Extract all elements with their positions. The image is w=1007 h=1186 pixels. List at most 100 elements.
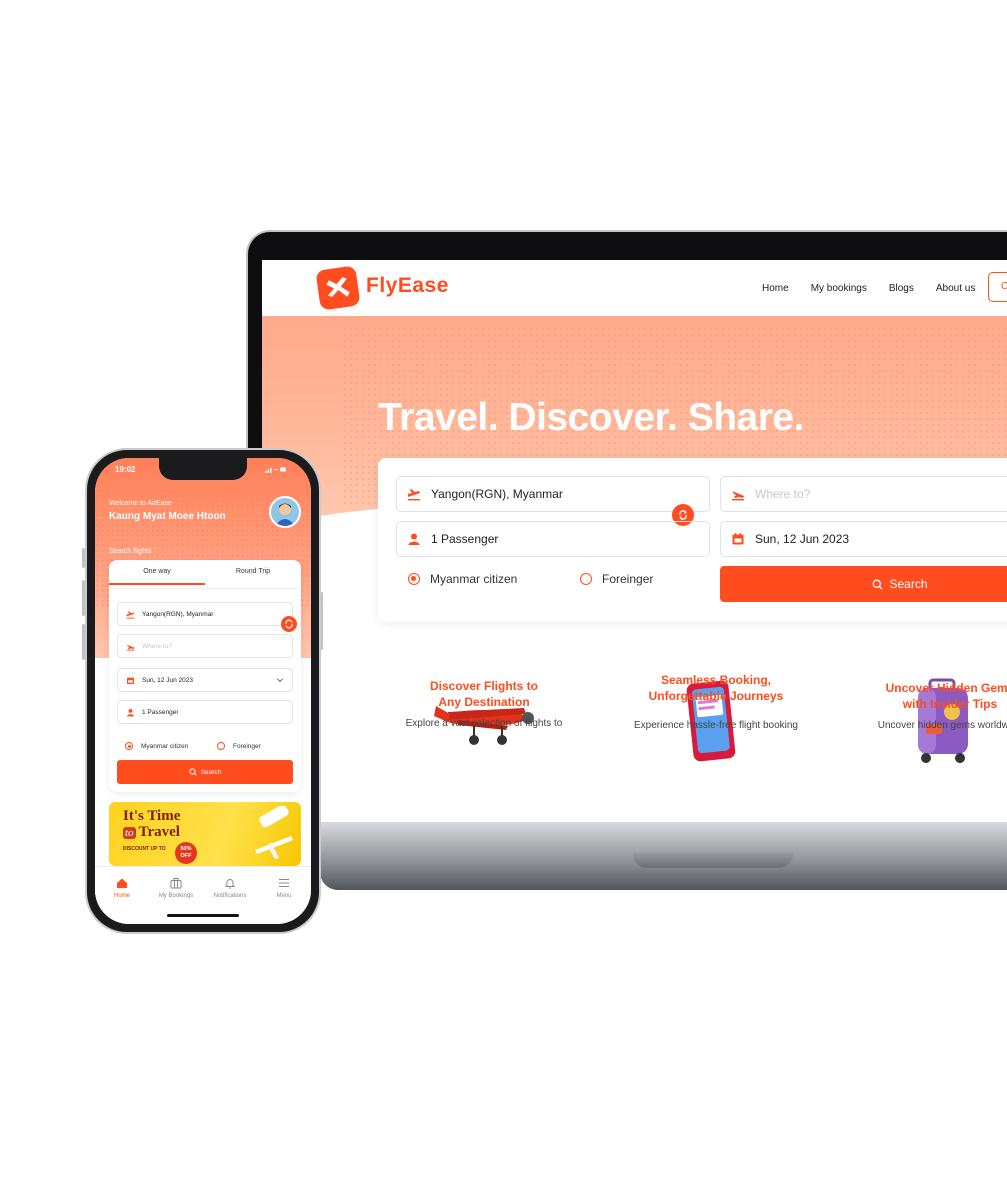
promo-banner[interactable]: It's Time to Travel DISCOUNT UP TO 50% OF…: [109, 802, 301, 866]
bottom-nav-label: Notifications: [213, 893, 247, 899]
radio-myanmar-citizen[interactable]: Myanmar citizen: [408, 572, 517, 586]
bottom-nav-menu[interactable]: Menu: [257, 877, 311, 899]
radio-unselected-icon: [217, 742, 225, 750]
from-field[interactable]: Yangon(RGN), Myanmar: [117, 602, 293, 626]
nav-my-bookings[interactable]: My bookings: [811, 283, 867, 294]
banner-to-label: to: [123, 827, 136, 839]
login-button[interactable]: C: [988, 272, 1007, 302]
date-field[interactable]: Sun, 12 Jun 2023: [720, 521, 1007, 557]
hero-title: Travel. Discover. Share.: [378, 396, 804, 439]
person-icon: [126, 708, 135, 716]
passenger-value: 1 Passenger: [431, 532, 499, 546]
radio-myanmar-citizen[interactable]: Myanmar citizen: [125, 742, 188, 750]
signal-battery-icon: [265, 467, 286, 473]
from-value: Yangon(RGN), Myanmar: [431, 487, 563, 501]
arrival-plane-icon: [126, 644, 135, 651]
tab-round-trip[interactable]: Round Trip: [205, 568, 301, 583]
status-time: 19:02: [115, 465, 136, 474]
avatar[interactable]: [269, 496, 301, 528]
date-field[interactable]: Sun, 12 Jun 2023: [117, 668, 293, 692]
calendar-icon: [126, 677, 135, 684]
bottom-nav-label: Menu: [276, 893, 292, 899]
laptop-notch: [633, 852, 793, 868]
flight-search-card: Yangon(RGN), Myanmar Where to? 1 Passeng…: [378, 458, 1007, 622]
feature-booking: Seamless Booking, Unforgettable Journeys …: [616, 672, 816, 731]
search-button-label: Search: [889, 577, 928, 591]
home-icon: [117, 878, 127, 888]
chevron-down-icon: [277, 678, 283, 683]
search-icon: [873, 579, 883, 589]
search-flights-label: Search flights: [109, 548, 152, 555]
radio-foreigner[interactable]: Foreinger: [580, 572, 653, 586]
search-icon: [189, 768, 197, 776]
briefcase-icon: [170, 878, 182, 889]
departure-plane-icon: [408, 489, 420, 501]
from-field[interactable]: Yangon(RGN), Myanmar: [396, 476, 710, 512]
bottom-nav-label: Home: [113, 893, 130, 899]
arrival-plane-icon: [732, 491, 744, 501]
tab-divider: [109, 588, 301, 589]
radio-unselected-icon: [580, 573, 592, 585]
bottom-nav-notifications[interactable]: Notifications: [203, 877, 257, 899]
feature-title: Uncover Hidden Gems with Insider Tips: [885, 681, 1007, 711]
brand-name[interactable]: FlyEase: [366, 274, 449, 298]
phone-notch: [159, 458, 247, 480]
avatar-person-icon: [275, 503, 295, 526]
person-icon: [408, 533, 420, 545]
search-button[interactable]: Search: [720, 566, 1007, 602]
nav-blogs[interactable]: Blogs: [889, 283, 914, 294]
plane-bus-illustration-icon: [255, 806, 293, 859]
departure-plane-icon: [126, 610, 135, 619]
feature-insider-tips: Uncover Hidden Gems with Insider Tips Unc…: [850, 680, 1007, 731]
mobile-app-screen: 19:02 Welcome to AirEase Kaung Myat Moee…: [95, 458, 311, 924]
flyease-logo-icon[interactable]: [315, 265, 361, 311]
banner-line2: to Travel: [123, 824, 180, 840]
radio-label-foreigner: Foreinger: [602, 572, 654, 586]
site-header: FlyEase Home My bookings Blogs About us …: [262, 260, 1007, 316]
banner-line1: It's Time: [123, 808, 181, 824]
passenger-field[interactable]: 1 Passenger: [396, 521, 710, 557]
radio-selected-icon: [125, 742, 133, 750]
laptop-frame: FlyEase Home My bookings Blogs About us …: [246, 230, 1007, 840]
banner-discount: DISCOUNT UP TO: [123, 846, 166, 852]
phone-frame: 19:02 Welcome to AirEase Kaung Myat Moee…: [85, 448, 321, 934]
date-value: Sun, 12 Jun 2023: [142, 676, 193, 684]
calendar-icon: [732, 533, 744, 545]
swap-button[interactable]: [281, 616, 297, 632]
bottom-nav-home[interactable]: Home: [95, 877, 149, 899]
welcome-text: Welcome to AirEase: [109, 500, 172, 507]
radio-selected-icon: [408, 573, 420, 585]
bottom-nav-my-bookings[interactable]: My Bookings: [149, 877, 203, 899]
tab-one-way[interactable]: One way: [109, 568, 205, 585]
to-placeholder: Where to?: [142, 642, 172, 650]
nav-about-us[interactable]: About us: [936, 283, 975, 294]
date-value: Sun, 12 Jun 2023: [755, 532, 850, 546]
user-name: Kaung Myat Moee Htoon: [109, 511, 226, 522]
to-field[interactable]: Where to?: [117, 634, 293, 658]
menu-icon: [279, 879, 289, 887]
nav-home[interactable]: Home: [762, 283, 789, 294]
to-field[interactable]: Where to?: [720, 476, 1007, 512]
bell-icon: [224, 879, 236, 889]
feature-title: Seamless Booking, Unforgettable Journeys: [648, 673, 784, 703]
search-button[interactable]: Search: [117, 760, 293, 784]
swap-icon: [285, 619, 293, 629]
radio-foreigner[interactable]: Foreinger: [217, 742, 261, 750]
swap-icon: [679, 510, 687, 520]
search-button-label: Search: [200, 768, 222, 776]
status-icons: [265, 466, 287, 475]
passenger-value: 1 Passenger: [142, 708, 179, 716]
radio-label-citizen: Myanmar citizen: [430, 572, 518, 586]
main-nav: Home My bookings Blogs About us: [762, 260, 975, 316]
feature-discover: Discover Flights to Any Destination Explo…: [384, 678, 584, 729]
radio-label-citizen: Myanmar citizen: [141, 742, 189, 750]
feature-text: Explore a vast selection of flights to: [405, 718, 563, 729]
discount-badge: 50% OFF: [175, 842, 197, 864]
feature-text: Uncover hidden gems worldwide: [877, 720, 1007, 731]
feature-text: Experience hassle-free flight booking: [634, 720, 798, 731]
from-value: Yangon(RGN), Myanmar: [142, 610, 214, 618]
bottom-nav-label: My Bookings: [158, 893, 194, 899]
feature-title: Discover Flights to Any Destination: [429, 679, 539, 709]
website-screen: FlyEase Home My bookings Blogs About us …: [262, 260, 1007, 822]
passenger-field[interactable]: 1 Passenger: [117, 700, 293, 724]
